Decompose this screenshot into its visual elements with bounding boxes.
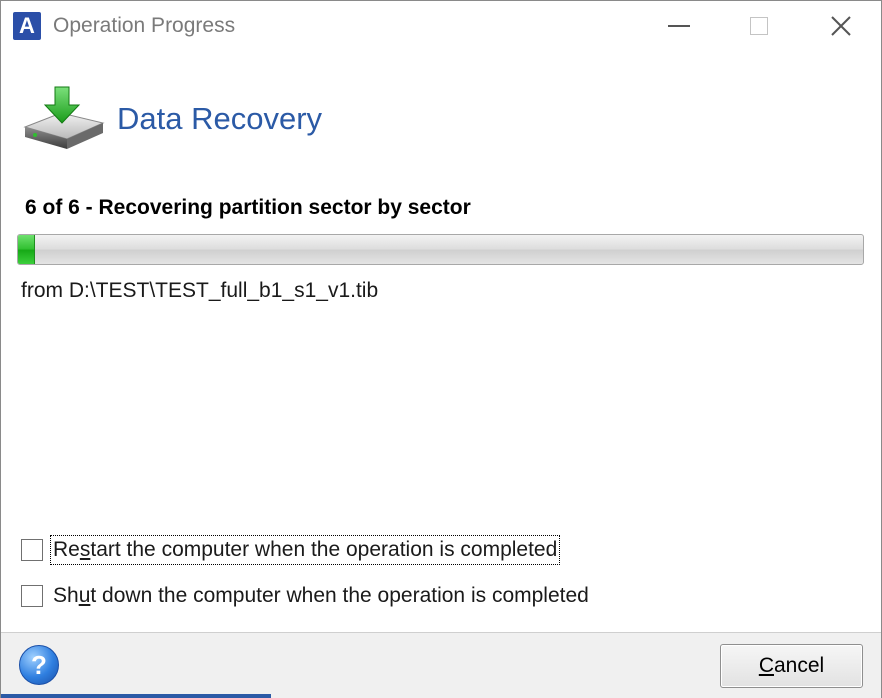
dialog-footer: ? Cancel bbox=[1, 632, 881, 698]
shutdown-checkbox[interactable] bbox=[21, 585, 43, 607]
minimize-button[interactable] bbox=[639, 1, 719, 51]
restart-option[interactable]: Restart the computer when the operation … bbox=[21, 535, 561, 565]
cancel-button[interactable]: Cancel bbox=[720, 644, 863, 688]
minimize-icon bbox=[668, 25, 690, 27]
taskbar-accent bbox=[1, 694, 271, 698]
step-label: 6 of 6 - Recovering partition sector by … bbox=[25, 196, 471, 219]
shutdown-label[interactable]: Shut down the computer when the operatio… bbox=[51, 582, 591, 610]
window-title: Operation Progress bbox=[53, 14, 236, 37]
app-logo-icon: A bbox=[13, 12, 41, 40]
restart-label[interactable]: Restart the computer when the operation … bbox=[49, 535, 561, 565]
progress-fill bbox=[18, 235, 35, 264]
shutdown-option[interactable]: Shut down the computer when the operatio… bbox=[21, 582, 591, 610]
close-icon bbox=[831, 16, 851, 36]
operation-title: Data Recovery bbox=[117, 101, 323, 136]
progress-bar bbox=[17, 234, 864, 265]
disk-download-icon bbox=[23, 86, 105, 149]
source-path-label: from D:\TEST\TEST_full_b1_s1_v1.tib bbox=[21, 279, 379, 302]
restart-checkbox[interactable] bbox=[21, 539, 43, 561]
help-icon[interactable]: ? bbox=[19, 645, 59, 685]
close-button[interactable] bbox=[801, 1, 881, 51]
maximize-icon bbox=[750, 17, 768, 35]
title-bar[interactable]: A Operation Progress bbox=[1, 1, 881, 51]
operation-progress-window: A Operation Progress Data Recovery 6 of … bbox=[0, 0, 882, 698]
maximize-button bbox=[719, 1, 799, 51]
